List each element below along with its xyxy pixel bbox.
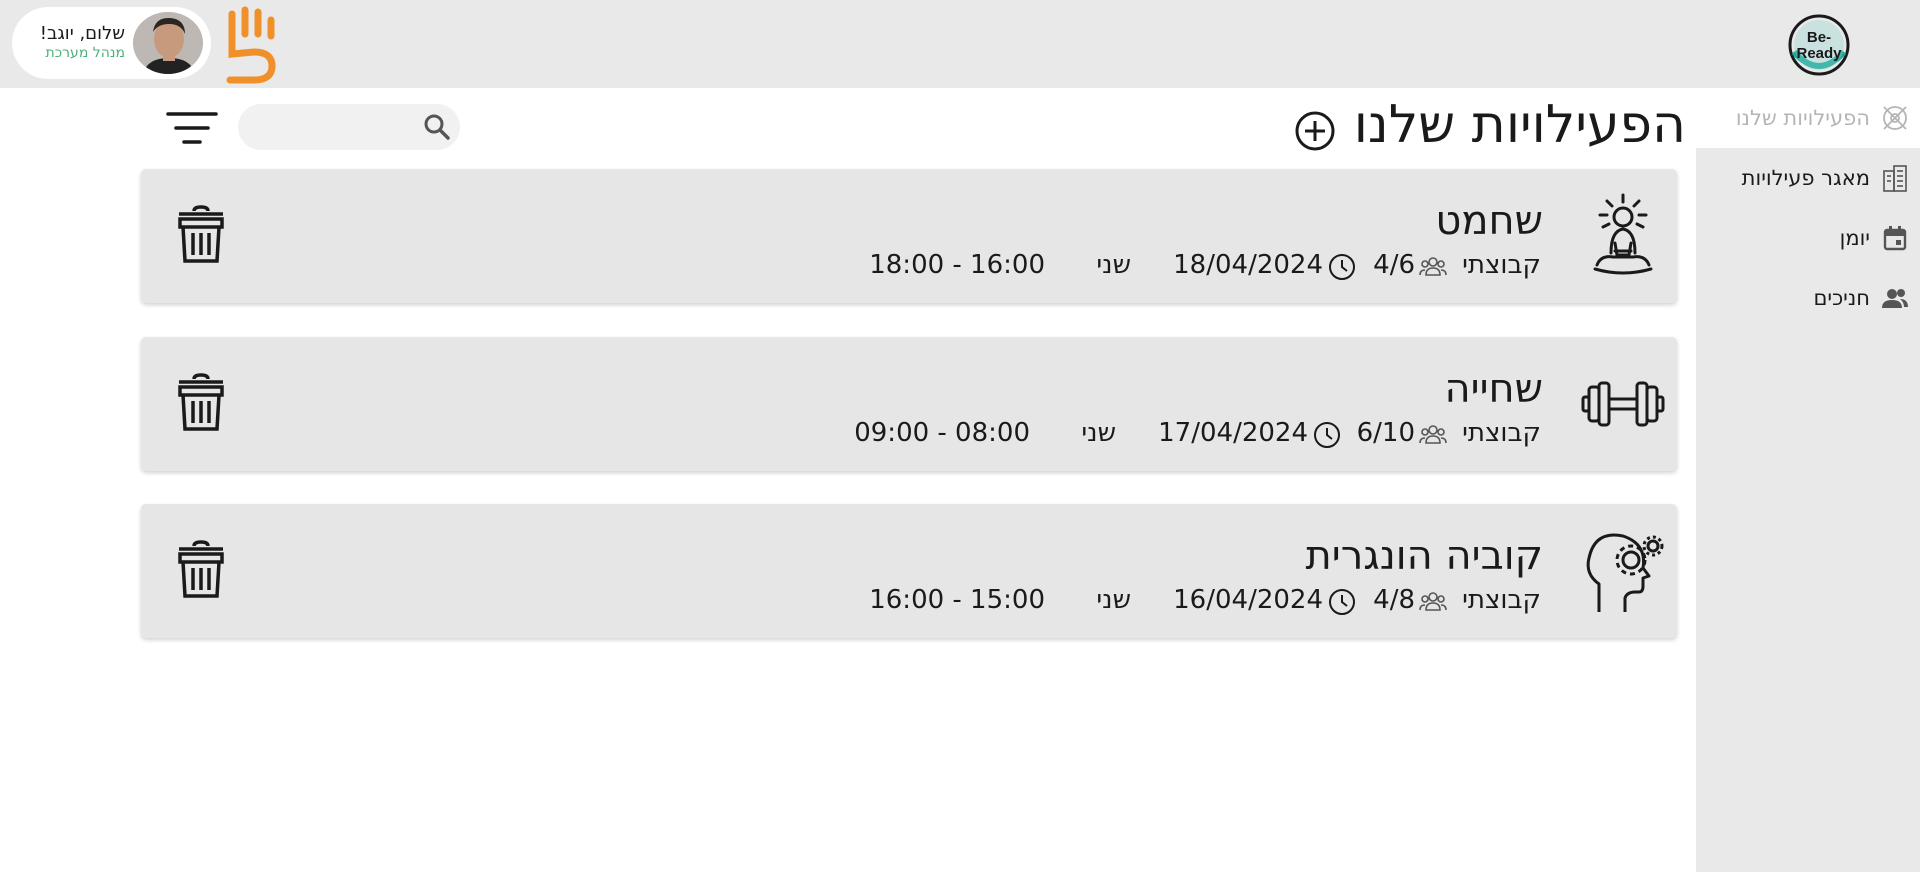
sidebar-item-label: יומן [1839, 226, 1870, 250]
trash-icon [178, 373, 224, 431]
activity-date: 17/04/2024 [1158, 418, 1308, 448]
participants-count: 4/6 [1373, 250, 1415, 280]
delete-button[interactable] [176, 205, 226, 265]
sidebar-item-label: חניכים [1813, 286, 1870, 310]
people-icon [1880, 283, 1910, 313]
activity-type: קבוצתי [1462, 585, 1541, 615]
plus-circle-icon [1295, 111, 1335, 151]
activity-type: קבוצתי [1462, 418, 1541, 448]
trash-icon [178, 540, 224, 598]
clock-icon [1313, 421, 1341, 449]
user-profile-pill[interactable]: שלום, יוגב! מנהל מערכת [12, 7, 211, 79]
filter-button[interactable] [166, 106, 218, 150]
library-icon [1880, 163, 1910, 193]
activity-time: 16:00 - 15:00 [869, 585, 1045, 615]
activity-time: 18:00 - 16:00 [869, 250, 1045, 280]
group-icon [1419, 588, 1447, 616]
activity-card[interactable]: שחמט קבוצתי 4/6 18/04/2024 שני 18:00 - 1… [141, 169, 1677, 303]
add-activity-button[interactable] [1294, 110, 1336, 152]
participants-count: 4/8 [1373, 585, 1415, 615]
sidebar-item-label: מאגר פעילויות [1741, 166, 1870, 190]
sidebar-item-label: הפעילויות שלנו [1735, 106, 1870, 130]
svg-text:Be-: Be- [1807, 29, 1831, 46]
search-icon[interactable] [422, 112, 452, 142]
user-role: מנהל מערכת [45, 45, 125, 61]
activity-day: שני [1081, 418, 1116, 448]
activities-icon [1880, 103, 1910, 133]
activity-card[interactable]: שחייה קבוצתי 6/10 17/04/2024 שני 09:00 -… [141, 337, 1677, 471]
user-greeting: שלום, יוגב! מנהל מערכת [40, 24, 125, 62]
sidebar-item-our-activities[interactable]: הפעילויות שלנו [1736, 98, 1910, 138]
delete-button[interactable] [176, 373, 226, 433]
search-box [238, 104, 460, 150]
hand-five-logo-icon [224, 4, 280, 84]
sidebar-item-activity-library[interactable]: מאגר פעילויות [1742, 158, 1910, 198]
top-bar: שלום, יוגב! מנהל מערכת Be- Ready [0, 0, 1920, 88]
calendar-icon [1880, 223, 1910, 253]
meditation-icon [1581, 193, 1665, 279]
greeting-text: שלום, יוגב! [39, 23, 125, 44]
activity-day: שני [1096, 585, 1131, 615]
activity-date: 18/04/2024 [1173, 250, 1323, 280]
filter-icon [166, 112, 218, 144]
sidebar [1696, 88, 1920, 872]
search-input[interactable] [252, 112, 412, 142]
clock-icon [1328, 253, 1356, 281]
clock-icon [1328, 588, 1356, 616]
activity-name: שחמט [1435, 198, 1543, 244]
sidebar-item-calendar[interactable]: יומן [1840, 218, 1910, 258]
page-title: הפעילויות שלנו [1353, 95, 1686, 155]
group-icon [1419, 253, 1447, 281]
dumbbell-icon [1581, 361, 1665, 447]
sidebar-item-trainees[interactable]: חניכים [1813, 278, 1910, 318]
activity-name: שחייה [1444, 366, 1544, 412]
participants-count: 6/10 [1356, 418, 1415, 448]
avatar[interactable] [133, 12, 203, 74]
activity-type: קבוצתי [1462, 250, 1541, 280]
trash-icon [178, 205, 224, 263]
be-ready-logo[interactable]: Be- Ready [1786, 14, 1852, 76]
activity-name: קוביה הונגרית [1305, 533, 1543, 579]
activity-day: שני [1096, 250, 1131, 280]
activity-date: 16/04/2024 [1173, 585, 1323, 615]
activity-card[interactable]: קוביה הונגרית קבוצתי 4/8 16/04/2024 שני … [141, 504, 1677, 638]
activity-time: 09:00 - 08:00 [854, 418, 1030, 448]
svg-text:Ready: Ready [1796, 45, 1842, 62]
brain-gear-icon [1581, 528, 1665, 614]
group-icon [1419, 421, 1447, 449]
delete-button[interactable] [176, 540, 226, 600]
